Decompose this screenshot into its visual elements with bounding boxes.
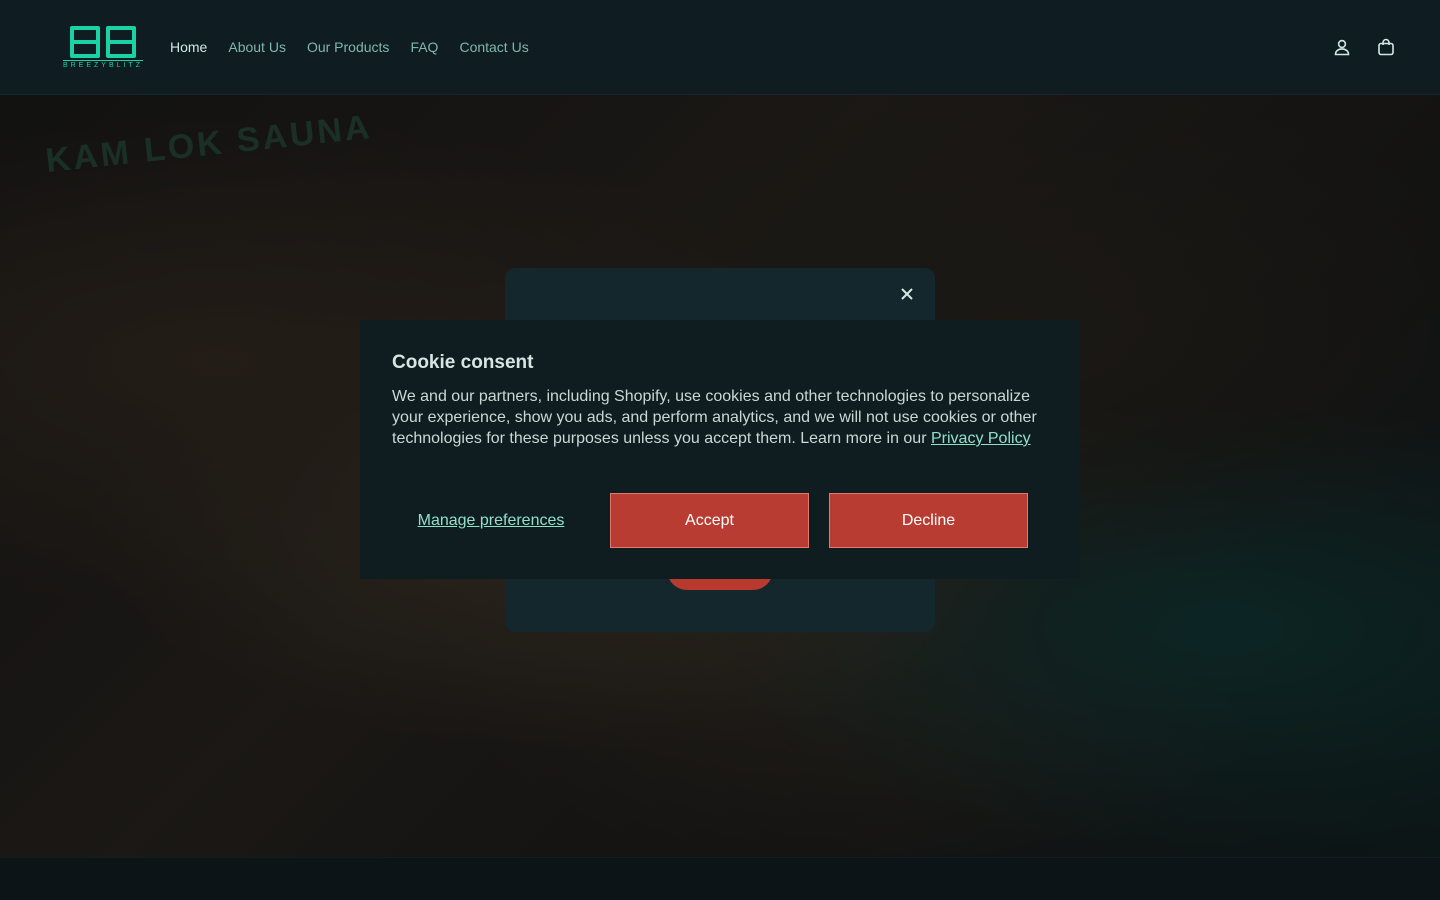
main-nav: Home About Us Our Products FAQ Contact U… xyxy=(170,39,529,55)
brand-logo[interactable]: BREEZYBLITZ xyxy=(48,22,158,72)
accept-button[interactable]: Accept xyxy=(610,493,809,548)
cookie-consent-banner: Cookie consent We and our partners, incl… xyxy=(360,320,1080,579)
site-footer xyxy=(0,857,1440,900)
cart-icon[interactable] xyxy=(1376,37,1396,57)
cookie-actions: Manage preferences Accept Decline xyxy=(392,493,1028,548)
nav-our-products[interactable]: Our Products xyxy=(307,39,389,55)
nav-home[interactable]: Home xyxy=(170,39,207,55)
nav-faq[interactable]: FAQ xyxy=(410,39,438,55)
decline-button[interactable]: Decline xyxy=(829,493,1028,548)
site-header: BREEZYBLITZ Home About Us Our Products F… xyxy=(0,0,1440,95)
manage-preferences-link[interactable]: Manage preferences xyxy=(392,511,590,530)
cookie-title: Cookie consent xyxy=(392,352,534,373)
cookie-body: We and our partners, including Shopify, … xyxy=(392,386,1052,449)
logo-wordmark: BREEZYBLITZ xyxy=(62,59,144,69)
header-icons xyxy=(1332,37,1396,57)
nav-about-us[interactable]: About Us xyxy=(228,39,286,55)
logo-mark xyxy=(70,25,136,58)
close-icon[interactable] xyxy=(897,284,917,304)
nav-contact-us[interactable]: Contact Us xyxy=(459,39,528,55)
account-icon[interactable] xyxy=(1332,37,1352,57)
privacy-policy-link[interactable]: Privacy Policy xyxy=(931,430,1031,447)
